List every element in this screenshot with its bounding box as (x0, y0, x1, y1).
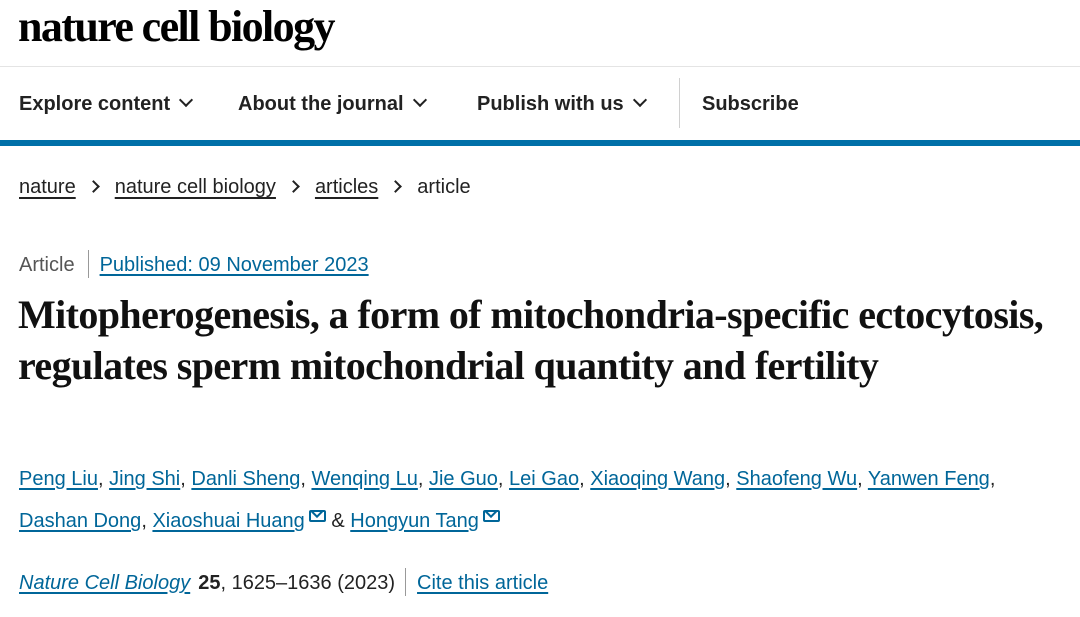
author-separator: , (989, 468, 996, 490)
chevron-right-icon (389, 180, 403, 193)
nav-divider (679, 78, 680, 128)
nav-label: Explore content (19, 93, 171, 115)
nav-label: Publish with us (477, 93, 624, 115)
volume: 25 (198, 572, 221, 594)
nav-publish-with-us[interactable]: Publish with us (477, 78, 647, 132)
chevron-right-icon (86, 180, 100, 193)
author-list: Peng Liu, Jing Shi, Danli Sheng, Wenqing… (19, 458, 1069, 542)
author-separator: , (141, 510, 147, 532)
mail-icon[interactable] (308, 510, 326, 522)
author-link[interactable]: Wenqing Lu (311, 468, 417, 490)
author-link[interactable]: Dashan Dong (19, 510, 141, 532)
breadcrumb-current: article (417, 176, 471, 198)
author-link[interactable]: Danli Sheng (191, 468, 300, 490)
chevron-down-icon (412, 92, 427, 108)
article-title: Mitopherogenesis, a form of mitochondria… (18, 292, 1044, 388)
author-and: & (331, 510, 345, 532)
author-link[interactable]: Jing Shi (109, 468, 180, 490)
author-link[interactable]: Xiaoqing Wang (590, 468, 725, 490)
nav-explore-content[interactable]: Explore content (19, 78, 194, 132)
meta-divider (87, 250, 89, 278)
chevron-right-icon (287, 180, 300, 193)
author-separator: , (417, 468, 424, 490)
chevron-down-icon (179, 92, 194, 108)
nav-label: Subscribe (702, 93, 799, 115)
author-link[interactable]: Lei Gao (509, 468, 579, 490)
author-separator: , (180, 468, 186, 490)
author-separator: , (300, 468, 306, 490)
author-link[interactable]: Xiaoshuai Huang (152, 510, 304, 532)
author-link[interactable]: Jie Guo (429, 468, 498, 490)
author-separator: , (579, 468, 585, 490)
mail-icon[interactable] (482, 510, 500, 522)
nav-about-journal[interactable]: About the journal (238, 78, 427, 132)
site-logo[interactable]: nature cell biology (18, 2, 335, 52)
chevron-down-icon (632, 92, 647, 108)
breadcrumb: nature nature cell biology articles article (19, 176, 471, 199)
published-date-link[interactable]: Published: 09 November 2023 (100, 254, 369, 276)
article-meta: Article Published: 09 November 2023 (19, 250, 369, 278)
breadcrumb-nature-cell-biology[interactable]: nature cell biology (115, 176, 276, 198)
breadcrumb-nature[interactable]: nature (19, 176, 76, 198)
cite-this-article-link[interactable]: Cite this article (417, 572, 548, 594)
author-link[interactable]: Yanwen Feng (868, 468, 990, 490)
breadcrumb-articles[interactable]: articles (315, 176, 378, 198)
author-separator: , (97, 468, 104, 490)
journal-link[interactable]: Nature Cell Biology (19, 572, 190, 594)
nav-label: About the journal (238, 93, 404, 115)
article-type: Article (19, 254, 75, 276)
author-link[interactable]: Shaofeng Wu (736, 468, 857, 490)
citation-line: Nature Cell Biology 25, 1625–1636 (2023) C… (19, 568, 548, 596)
author-link[interactable]: Peng Liu (19, 468, 98, 490)
main-nav: Explore content About the journal Publis… (0, 78, 1080, 132)
author-separator: , (725, 468, 731, 490)
accent-bar (0, 140, 1080, 146)
pages-year: , 1625–1636 (2023) (220, 572, 396, 594)
author-separator: , (857, 468, 863, 490)
header-divider (0, 66, 1080, 67)
nav-subscribe[interactable]: Subscribe (702, 78, 799, 132)
author-link[interactable]: Hongyun Tang (350, 510, 479, 532)
author-separator: , (497, 468, 504, 490)
citation-divider (405, 568, 407, 596)
